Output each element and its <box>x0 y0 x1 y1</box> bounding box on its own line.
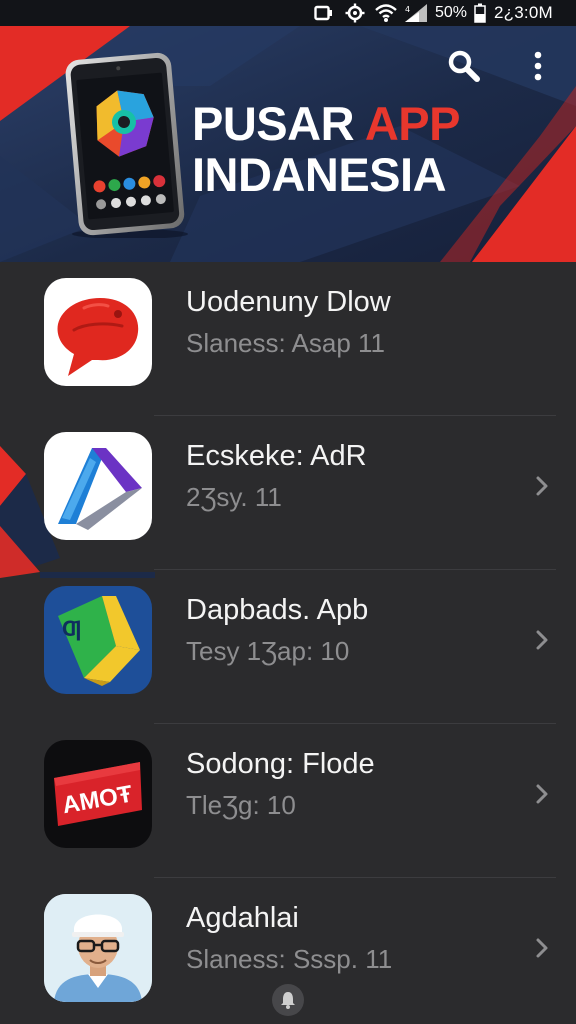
battery-icon <box>474 3 486 23</box>
app-title: Ecskeke: AdR <box>186 440 367 472</box>
red-bubble-icon <box>44 278 152 386</box>
green-yellow-arrow-icon: Ƣ <box>44 586 152 694</box>
signal-icon: 4 <box>403 3 429 23</box>
list-item[interactable]: Uodenuny Dlow Slaness: Asap 11 <box>0 262 576 416</box>
phone-illustration-icon <box>65 52 188 238</box>
battery-percent: 50% <box>435 4 468 21</box>
app-subtitle: 2Ʒsy. 11 <box>186 482 282 512</box>
header-title-accent-word: APP <box>364 97 461 150</box>
person-portrait-icon <box>44 894 152 1002</box>
home-button[interactable] <box>272 984 304 1016</box>
wifi-icon <box>375 3 397 23</box>
app-subtitle: Tesy 1Ʒap: 10 <box>186 636 350 666</box>
header-banner: PUSAR APP INDANESIA <box>0 26 576 262</box>
chevron-right-icon <box>536 938 548 958</box>
app-subtitle: Slaness: Sssp. 11 <box>186 944 393 974</box>
app-store-screen: 4 50% 2¿3:0M PUSAR APP INDANESIA Uodenun… <box>0 0 576 1024</box>
app-title: Uodenuny Dlow <box>186 286 391 318</box>
clock-time: 2¿3:0M <box>494 3 553 22</box>
search-button[interactable] <box>444 46 484 86</box>
app-title: Sodong: Flode <box>186 748 375 780</box>
header-title: PUSAR APP INDANESIA <box>192 98 512 200</box>
list-item[interactable]: Ecskeke: AdR 2Ʒsy. 11 <box>0 416 576 570</box>
status-bar: 4 50% 2¿3:0M <box>0 0 576 26</box>
app-title: Dapbads. Apb <box>186 594 369 626</box>
app-title: Agdahlai <box>186 902 299 934</box>
list-item[interactable]: AMOŦ Sodong: Flode TleƷg: 10 <box>0 724 576 878</box>
header-title-word1: PUSAR <box>192 97 355 150</box>
chevron-right-icon <box>536 784 548 804</box>
play-triangle-icon <box>44 432 152 540</box>
settings-icon <box>345 3 365 23</box>
more-options-button[interactable] <box>518 46 558 86</box>
chevron-right-icon <box>536 630 548 650</box>
app-subtitle: TleƷg: 10 <box>186 790 296 820</box>
header-title-line2: INDANESIA <box>192 148 447 201</box>
more-vert-icon <box>534 51 542 81</box>
icon-badge-text: Ƣ <box>62 616 82 641</box>
screen-icon <box>314 3 334 23</box>
app-subtitle: Slaness: Asap 11 <box>186 328 385 358</box>
search-icon <box>448 50 480 82</box>
app-list: Uodenuny Dlow Slaness: Asap 11 Ecskeke: … <box>0 262 576 1024</box>
chevron-right-icon <box>536 476 548 496</box>
red-video-badge-icon: AMOŦ <box>44 740 152 848</box>
header-title-line1: PUSAR APP <box>192 98 512 149</box>
bell-icon <box>281 992 295 1009</box>
svg-text:4: 4 <box>405 5 410 14</box>
list-item[interactable]: Ƣ Dapbads. Apb Tesy 1Ʒap: 10 <box>0 570 576 724</box>
